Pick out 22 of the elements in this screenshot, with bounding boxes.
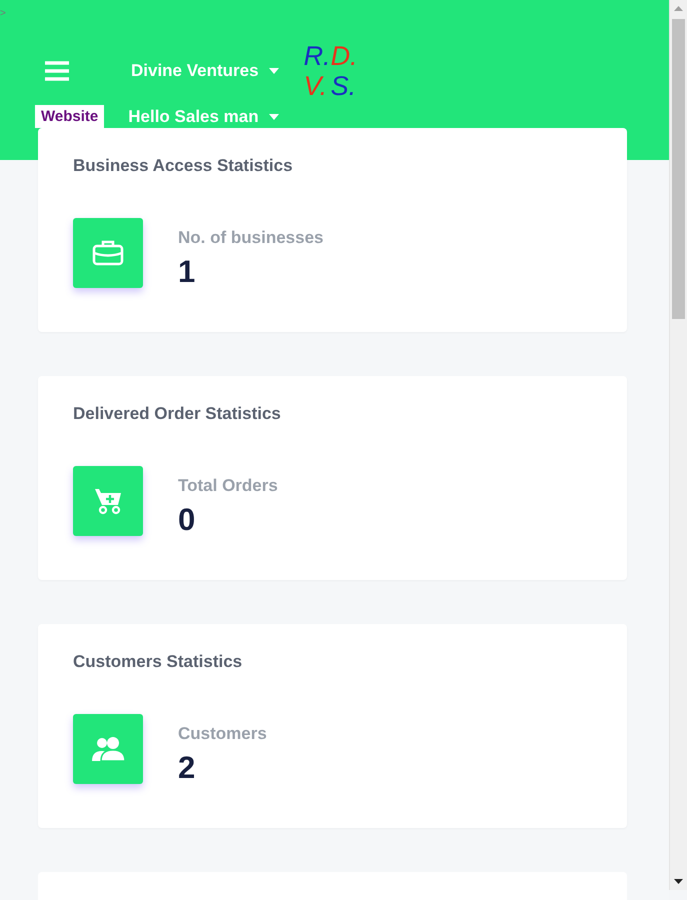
caret-icon	[268, 68, 279, 74]
card-title: Customers Statistics	[73, 652, 242, 672]
stat-value: 2	[178, 750, 196, 786]
logo: R.D. V.S.	[304, 41, 358, 101]
corner-mark: >	[0, 8, 6, 19]
stat-label: No. of businesses	[178, 228, 324, 248]
stat-label: Total Orders	[178, 476, 278, 496]
cart-icon	[93, 487, 123, 515]
stat-value: 1	[178, 254, 196, 290]
briefcase-icon	[92, 240, 124, 266]
menu-icon	[45, 61, 69, 81]
website-link[interactable]: Website	[35, 105, 104, 128]
caret-icon	[268, 114, 279, 120]
stat-label: Customers	[178, 724, 267, 744]
users-icon	[91, 736, 125, 762]
menu-button[interactable]	[45, 61, 69, 81]
card-title: Business Access Statistics	[73, 156, 293, 176]
user-dropdown[interactable]: Hello Sales man	[128, 106, 279, 126]
stat-value: 0	[178, 502, 196, 538]
card-title: Delivered Order Statistics	[73, 404, 281, 424]
scrollbar-thumb[interactable]	[672, 19, 686, 319]
business-dropdown[interactable]: Divine Ventures	[131, 61, 279, 81]
